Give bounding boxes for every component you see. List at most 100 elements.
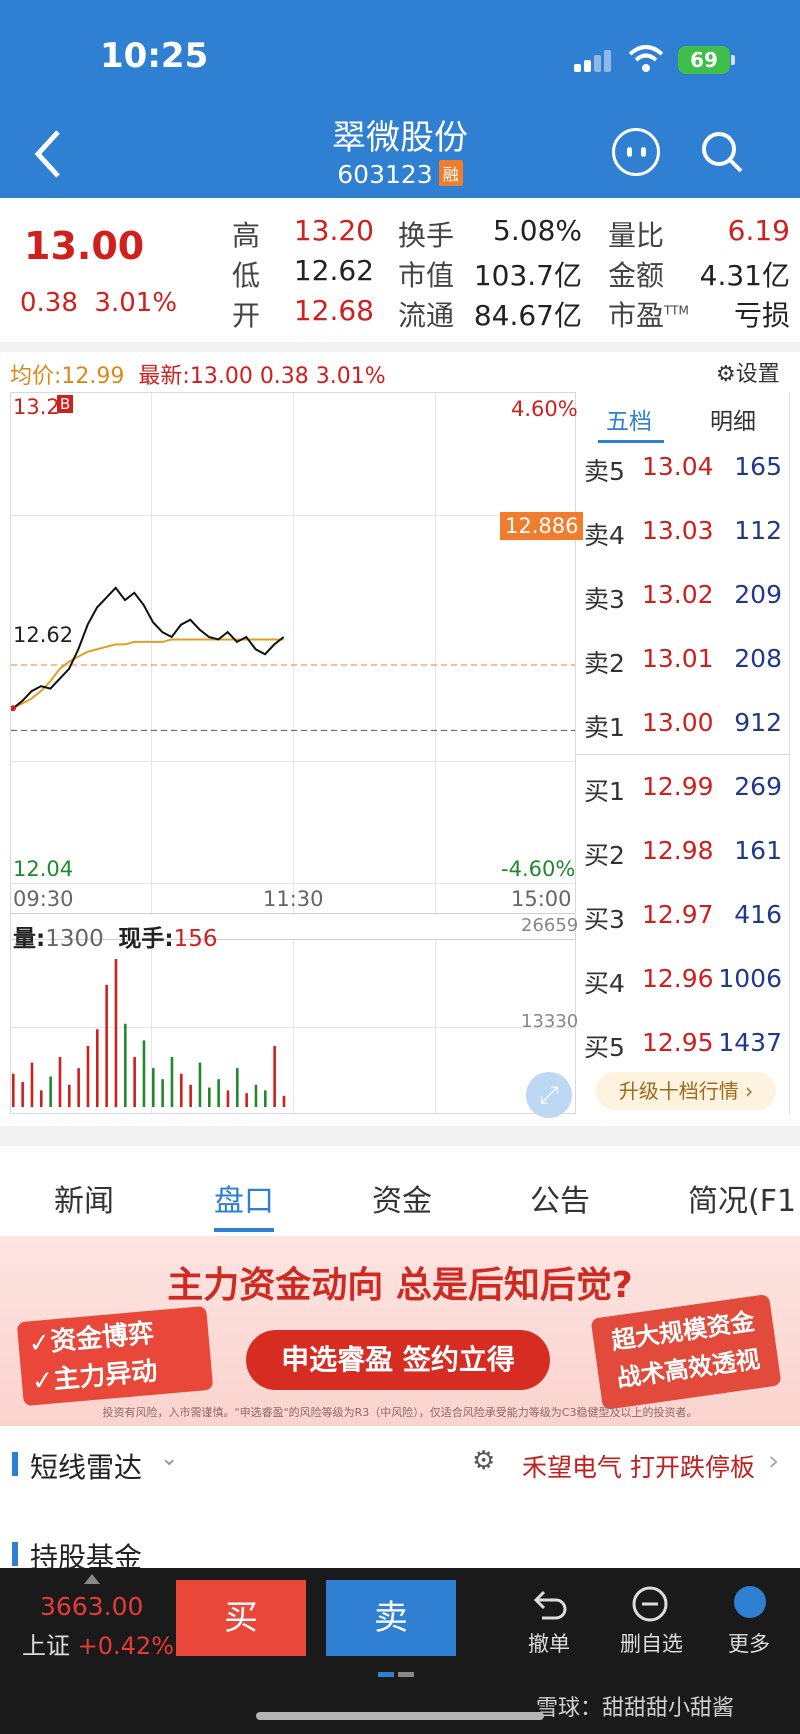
gear-icon: ⚙ (716, 362, 736, 387)
chevron-down-icon[interactable]: ⌄ (160, 1446, 178, 1471)
index-value[interactable]: 3663.00 (40, 1592, 143, 1621)
cancel-order-label[interactable]: 撤单 (528, 1628, 570, 1658)
order-book: 五档 明细 卖5 13.04 165 卖4 13.03 112 卖3 13.02 209 卖… (576, 392, 790, 1114)
battery-tip (731, 55, 735, 65)
banner-cta-button[interactable]: 申选睿盈 签约立得 (246, 1330, 550, 1390)
search-button[interactable] (700, 130, 744, 174)
stat-label-turnover: 换手 (398, 219, 455, 252)
tab-five-levels[interactable]: 五档 (606, 402, 652, 436)
tab-order-book[interactable]: 盘口 (214, 1176, 274, 1220)
caret-up-icon[interactable] (84, 1574, 100, 1584)
chevron-right-icon[interactable]: › (768, 1444, 779, 1477)
remove-favorite-icon[interactable] (630, 1584, 670, 1624)
radar-title[interactable]: 短线雷达 (30, 1446, 142, 1486)
max-pct-label: 4.60% (511, 397, 578, 421)
tab-profile[interactable]: 简况(F1 (688, 1176, 800, 1220)
stat-label-market-cap: 市值 (398, 259, 455, 292)
ask-price: 13.02 (642, 580, 714, 609)
volume-bar (245, 1093, 248, 1107)
ask-label: 卖2 (584, 649, 625, 678)
tab-details[interactable]: 明细 (710, 402, 756, 436)
sell-button[interactable]: 卖 (326, 1580, 456, 1656)
buy-button[interactable]: 买 (176, 1580, 306, 1656)
ad-banner[interactable]: 主力资金动向 总是后知后觉? ✓资金博弈 ✓主力异动 申选睿盈 签约立得 超大规… (0, 1236, 800, 1426)
bid-label: 买5 (584, 1033, 625, 1062)
bid-price: 12.97 (642, 900, 714, 929)
bid-volume: 269 (734, 772, 782, 801)
chart-info-line: 均价:12.99 最新:13.00 0.38 3.01% (10, 358, 386, 390)
bid-row[interactable]: 买1 12.99 269 (576, 756, 790, 820)
stat-label-amount: 金额 (608, 259, 665, 292)
volume-bar (189, 1084, 192, 1107)
volume-bar (40, 1090, 43, 1107)
stat-value-float-cap: 84.67亿 (473, 299, 582, 332)
bid-price: 12.99 (642, 772, 714, 801)
home-indicator[interactable] (256, 1712, 544, 1720)
index-percent: +0.42% (77, 1632, 174, 1660)
stat-value-low: 12.62 (293, 254, 374, 287)
expand-icon[interactable]: ⤢ (526, 1072, 572, 1118)
ask-volume: 165 (734, 452, 782, 481)
upgrade-ten-levels-button[interactable]: 升级十档行情 › (596, 1072, 776, 1110)
index-name: 上证 (22, 1632, 70, 1660)
ask-row[interactable]: 卖2 13.01 208 (576, 628, 790, 692)
latest-change: 0.38 (259, 364, 309, 389)
volume-bar (152, 1068, 155, 1107)
volume-bar (96, 1029, 99, 1107)
ask-row[interactable]: 卖1 13.00 912 (576, 692, 790, 756)
section-marker (12, 1542, 18, 1566)
time-mid-label: 11:30 (263, 887, 324, 911)
ask-row[interactable]: 卖3 13.02 209 (576, 564, 790, 628)
volume-bar (161, 1079, 164, 1107)
divider (0, 342, 800, 352)
high-price-label: 13.2 (13, 395, 60, 419)
tab-capital[interactable]: 资金 (372, 1176, 432, 1220)
ask-row[interactable]: 卖5 13.04 165 (576, 436, 790, 500)
wifi-icon (628, 45, 664, 72)
min-price-label: 12.04 (13, 857, 74, 881)
bid-row[interactable]: 买2 12.98 161 (576, 820, 790, 884)
radar-message[interactable]: 禾望电气 打开跌停板 (522, 1448, 755, 1484)
banner-disclaimer: 投资有风险，入市需谨慎。"申选睿盈"的风险等级为R3（中风险），仅适合风险承受能… (102, 1406, 698, 1419)
stat-label-float-cap: 流通 (398, 299, 455, 332)
remove-favorite-label[interactable]: 删自选 (620, 1628, 683, 1658)
bid-volume: 1437 (718, 1028, 782, 1057)
ask-row[interactable]: 卖4 13.03 112 (576, 500, 790, 564)
time-open-label: 09:30 (13, 887, 74, 911)
section-marker (12, 1452, 18, 1476)
status-time: 10:25 (100, 36, 209, 76)
ask-label: 卖5 (584, 457, 625, 486)
tab-news[interactable]: 新闻 (54, 1176, 114, 1220)
volume-bar (142, 1040, 146, 1107)
community-face-button[interactable] (612, 128, 660, 176)
bid-row[interactable]: 买5 12.95 1437 (576, 1012, 790, 1076)
tab-announcement[interactable]: 公告 (530, 1176, 590, 1220)
volume-bar (236, 1068, 239, 1107)
volume-bar (264, 1090, 267, 1107)
banner-left-badge: ✓资金博弈 ✓主力异动 (16, 1305, 214, 1407)
bid-volume: 1006 (718, 964, 782, 993)
app-header: 10:25 69 翠微股份 603123 融 (0, 0, 800, 198)
volume-bar-chart (12, 959, 286, 1107)
stat-label-low: 低 (232, 259, 261, 292)
change-percent: 3.01% (94, 288, 178, 318)
more-icon[interactable] (734, 1586, 766, 1618)
index-line[interactable]: 上证 +0.42% (22, 1626, 174, 1661)
bid-price: 12.98 (642, 836, 714, 865)
chart-settings-button[interactable]: ⚙设置 (716, 356, 780, 388)
volume-bar (217, 1079, 220, 1107)
volume-bar (254, 1084, 258, 1107)
volume-bar (273, 1045, 276, 1107)
more-label[interactable]: 更多 (728, 1628, 770, 1658)
gear-icon[interactable]: ⚙ (472, 1446, 495, 1476)
undo-icon[interactable] (530, 1584, 570, 1624)
volume-bar (198, 1062, 202, 1107)
bid-row[interactable]: 买3 12.97 416 (576, 884, 790, 948)
intraday-chart[interactable]: 13.2 B 4.60% 12.62 12.04 -4.60% 09:30 11… (10, 392, 578, 1114)
bid-row[interactable]: 买4 12.96 1006 (576, 948, 790, 1012)
current-hand-label: 现手: (118, 926, 174, 952)
ask-price: 13.03 (642, 516, 714, 545)
current-hand-value: 156 (173, 926, 218, 952)
volume-bar (282, 1095, 286, 1107)
stock-code: 603123 (337, 160, 433, 189)
